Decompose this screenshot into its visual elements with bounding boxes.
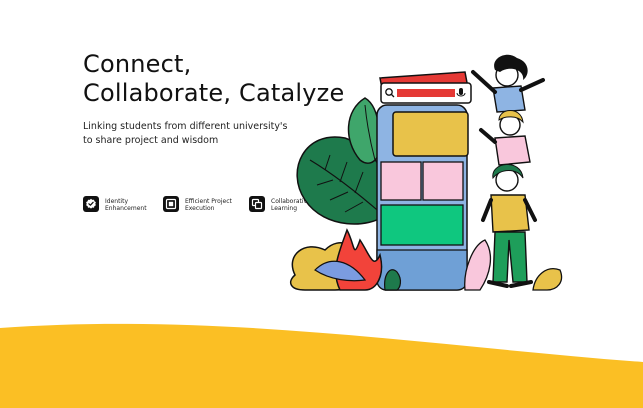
feature-identity: Identity Enhancement bbox=[83, 196, 161, 212]
layered-squares-icon bbox=[249, 196, 265, 212]
feature-identity-label: Identity Enhancement bbox=[105, 196, 161, 212]
phone-illustration bbox=[376, 104, 469, 291]
feature-project-execution-label-line-2: Execution bbox=[185, 205, 215, 212]
hero-subtitle-line-1: Linking students from different universi… bbox=[83, 121, 288, 132]
feature-project-execution-label: Efficient Project Execution bbox=[185, 196, 241, 212]
hero-subtitle-line-2: to share project and wisdom bbox=[83, 135, 219, 146]
search-bar-illustration bbox=[379, 71, 472, 104]
verified-badge-icon bbox=[83, 196, 99, 212]
feature-identity-label-line-1: Identity bbox=[105, 198, 128, 205]
feature-project-execution-label-line-1: Efficient Project bbox=[185, 198, 232, 205]
yellow-wave-footer bbox=[0, 323, 643, 408]
feature-project-execution: Efficient Project Execution bbox=[163, 196, 241, 212]
hero-illustration bbox=[289, 54, 563, 291]
green-leaf-illustration bbox=[296, 97, 387, 225]
project-frame-icon bbox=[163, 196, 179, 212]
feature-identity-label-line-2: Enhancement bbox=[105, 205, 147, 212]
hero-subtitle: Linking students from different universi… bbox=[83, 120, 288, 148]
